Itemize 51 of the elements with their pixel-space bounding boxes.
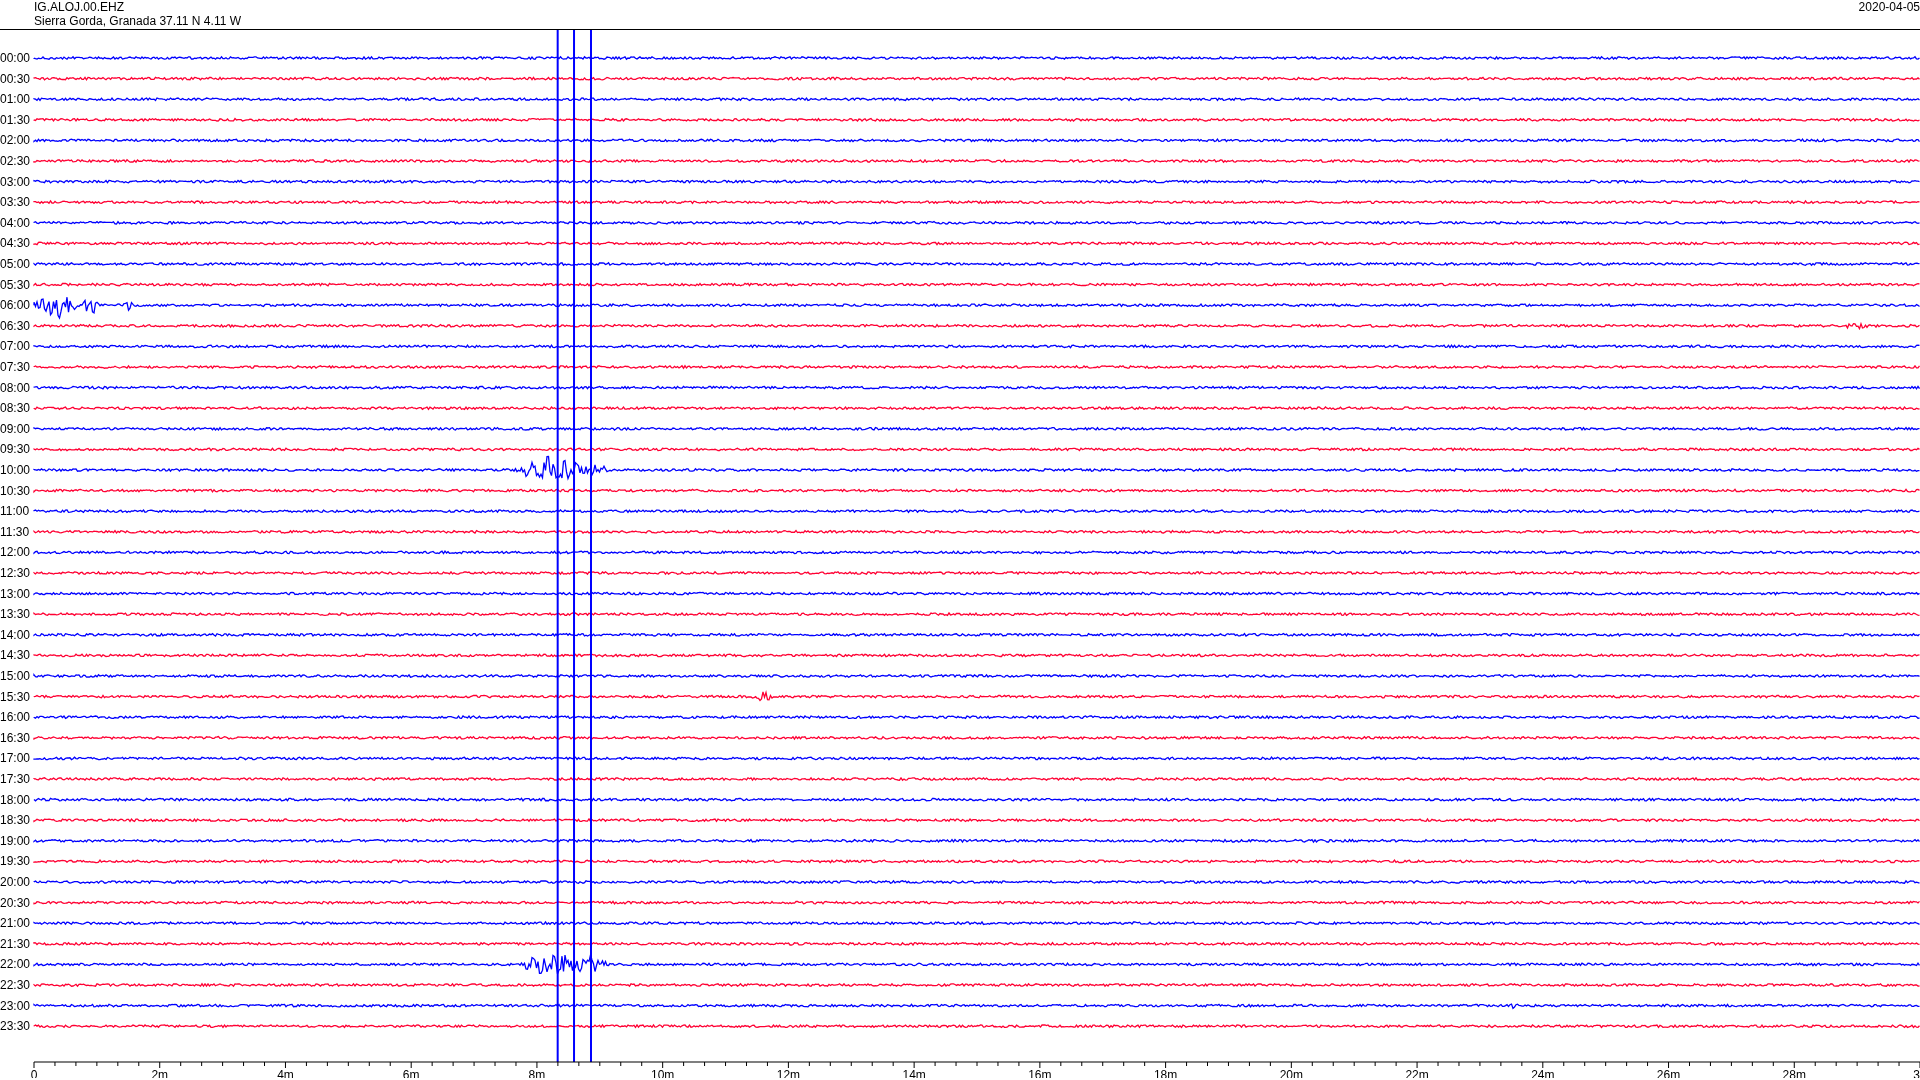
time-label: 23:30 bbox=[0, 1019, 31, 1034]
time-label: 03:30 bbox=[0, 195, 31, 210]
time-label: 02:00 bbox=[0, 133, 31, 148]
time-label: 20:00 bbox=[0, 875, 31, 889]
time-label: 08:30 bbox=[0, 401, 31, 416]
time-label: 06:30 bbox=[0, 318, 31, 333]
time-label: 00:00 bbox=[0, 51, 31, 65]
date-label: 2020-04-05 bbox=[1858, 0, 1920, 14]
time-label: 21:00 bbox=[0, 916, 31, 931]
time-label: 08:00 bbox=[0, 380, 31, 395]
time-label: 19:30 bbox=[0, 854, 31, 869]
time-label: 22:00 bbox=[0, 957, 31, 972]
time-label: 09:30 bbox=[0, 442, 31, 457]
time-label: 05:30 bbox=[0, 277, 31, 292]
time-label: 09:00 bbox=[0, 421, 31, 436]
time-label: 13:00 bbox=[0, 586, 31, 601]
time-label: 05:00 bbox=[0, 257, 31, 271]
time-label: 12:30 bbox=[0, 566, 31, 580]
time-label: 11:30 bbox=[0, 524, 30, 539]
time-label: 10:00 bbox=[0, 463, 31, 477]
time-label: 15:30 bbox=[0, 689, 31, 704]
time-label: 03:00 bbox=[0, 174, 31, 189]
time-label: 04:00 bbox=[0, 215, 31, 230]
time-label: 16:30 bbox=[0, 730, 31, 745]
time-label: 14:00 bbox=[0, 627, 31, 642]
time-label: 01:00 bbox=[0, 92, 31, 107]
time-label: 21:30 bbox=[0, 936, 31, 951]
time-label: 12:00 bbox=[0, 545, 31, 560]
time-label: 07:30 bbox=[0, 360, 31, 374]
time-label: 01:30 bbox=[0, 112, 31, 127]
time-label: 11:00 bbox=[0, 504, 30, 519]
time-label: 16:00 bbox=[0, 710, 31, 725]
station-location: Sierra Gorda, Granada 37.11 N 4.11 W bbox=[34, 14, 241, 28]
time-label: 04:30 bbox=[0, 236, 31, 251]
time-label: 19:00 bbox=[0, 833, 31, 848]
time-label: 06:00 bbox=[0, 298, 31, 313]
time-label: 23:00 bbox=[0, 998, 31, 1013]
time-label: 15:00 bbox=[0, 669, 31, 683]
station-code: IG.ALOJ.00.EHZ bbox=[34, 0, 126, 14]
time-label: 17:00 bbox=[0, 751, 31, 766]
time-label: 10:30 bbox=[0, 483, 31, 498]
time-label: 02:30 bbox=[0, 154, 31, 168]
time-label: 13:30 bbox=[0, 607, 31, 622]
time-label: 18:00 bbox=[0, 792, 31, 807]
time-label: 22:30 bbox=[0, 978, 31, 992]
time-label: 07:00 bbox=[0, 339, 31, 354]
time-label: 20:30 bbox=[0, 895, 31, 910]
time-label: 14:30 bbox=[0, 648, 31, 663]
time-label: 18:30 bbox=[0, 813, 31, 828]
time-label: 17:30 bbox=[0, 772, 31, 786]
time-label: 00:30 bbox=[0, 71, 31, 86]
